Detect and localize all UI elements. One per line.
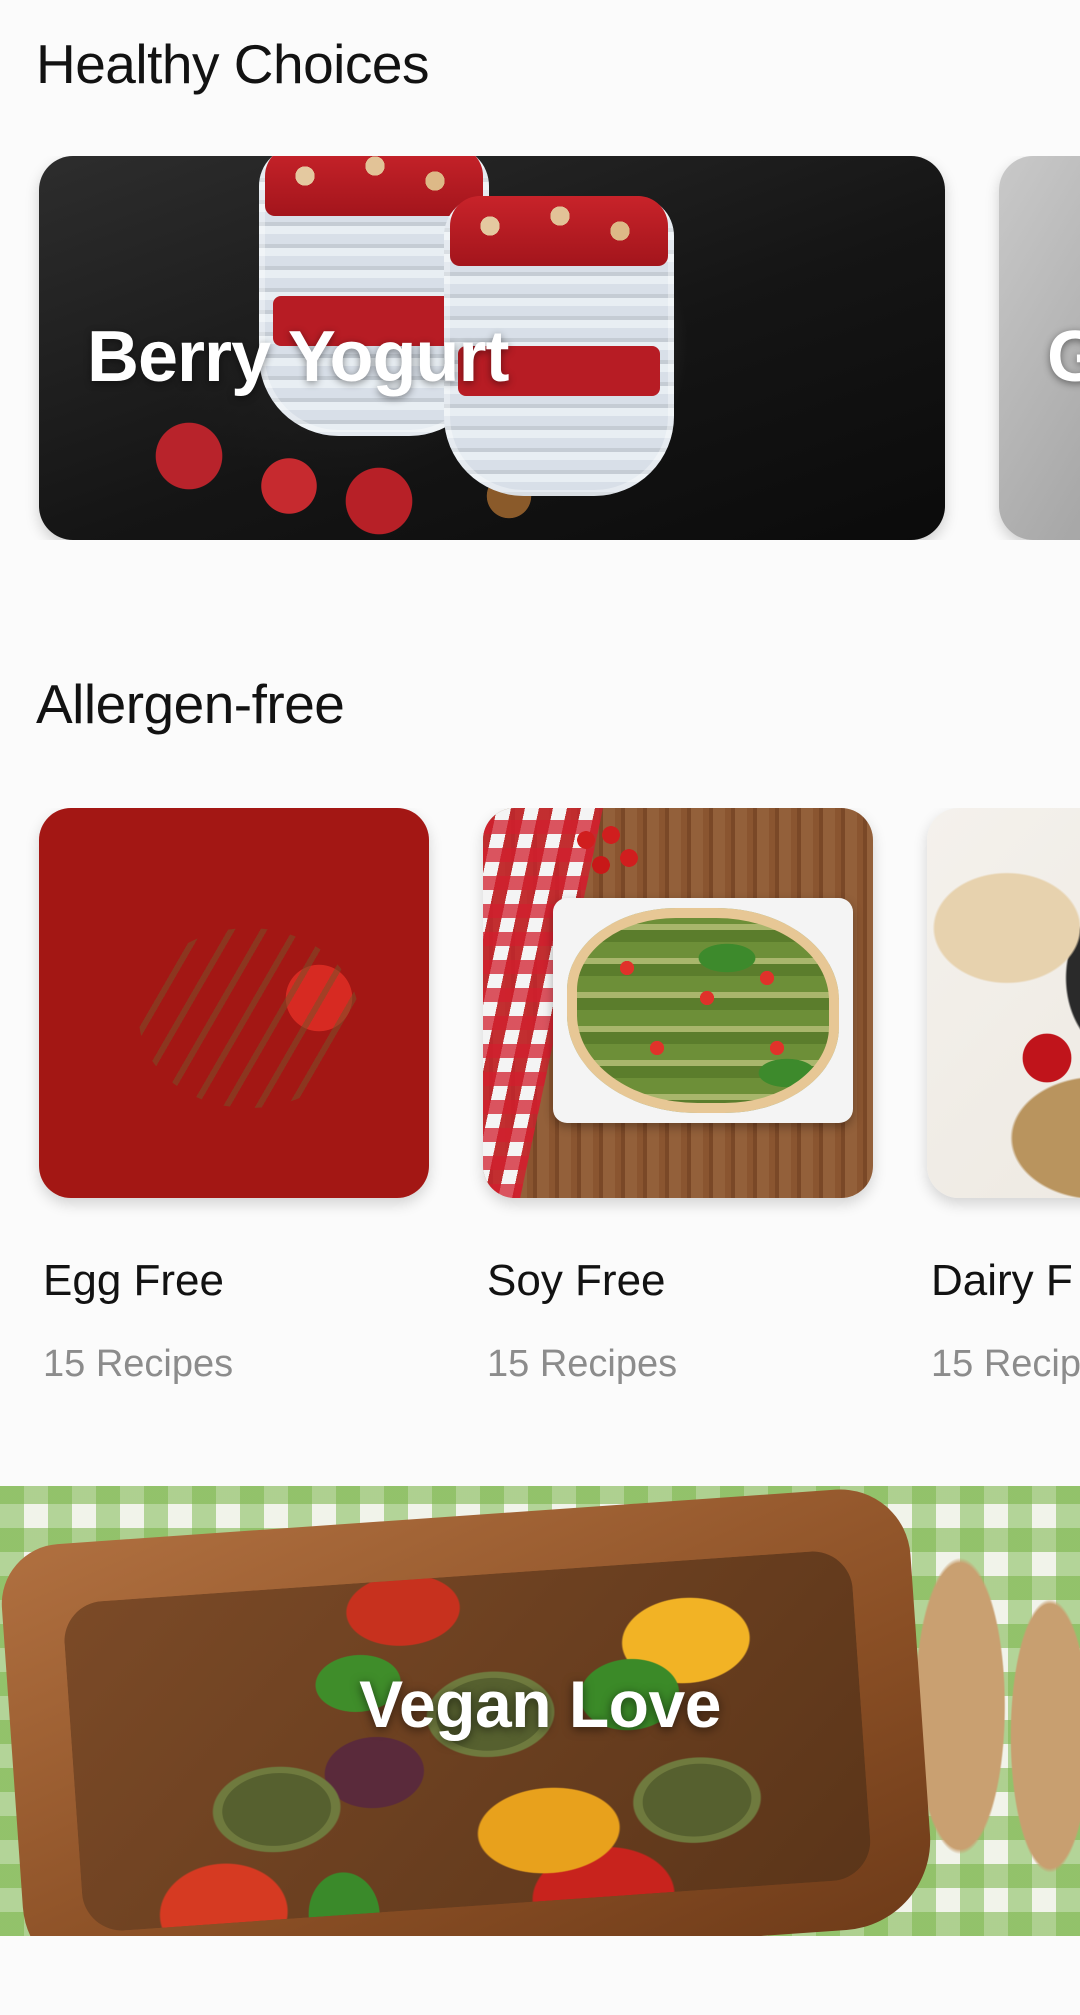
- zucchini-pizza-image: [567, 908, 839, 1113]
- recipe-card-title: G: [1047, 317, 1080, 397]
- section-title-allergen-free: Allergen-free: [36, 673, 345, 735]
- recipe-card-title: Berry Yogurt: [87, 317, 509, 397]
- category-recipe-count: 15 Recipes: [43, 1343, 234, 1385]
- category-dairy-free[interactable]: Dairy F 15 Recip: [927, 808, 1080, 1385]
- category-image-dairy-free[interactable]: [927, 808, 1080, 1198]
- category-image-soy-free[interactable]: [483, 808, 873, 1198]
- category-egg-free[interactable]: Egg Free 15 Recipes: [39, 808, 429, 1385]
- allergen-free-carousel[interactable]: Egg Free 15 Recipes Soy Free 15 Recipes …: [0, 808, 1080, 1408]
- cherry-tomatoes-image: [571, 820, 641, 890]
- vegan-love-banner[interactable]: Vegan Love: [0, 1486, 1080, 1936]
- category-name: Dairy F: [931, 1256, 1073, 1305]
- category-soy-free[interactable]: Soy Free 15 Recipes: [483, 808, 873, 1385]
- category-recipe-count: 15 Recipes: [487, 1343, 678, 1385]
- banner-title: Vegan Love: [359, 1667, 721, 1741]
- grilled-chicken-image: [139, 928, 359, 1108]
- category-recipe-count: 15 Recip: [931, 1343, 1080, 1385]
- healthy-choices-carousel[interactable]: Berry Yogurt G: [0, 156, 1080, 540]
- recipe-card-berry-yogurt[interactable]: Berry Yogurt: [39, 156, 945, 540]
- plate-image: [553, 898, 853, 1123]
- category-name: Soy Free: [487, 1256, 666, 1305]
- section-title-healthy-choices: Healthy Choices: [36, 33, 429, 95]
- recipe-card-next[interactable]: G: [999, 156, 1080, 540]
- category-image-egg-free[interactable]: [39, 808, 429, 1198]
- category-name: Egg Free: [43, 1256, 224, 1305]
